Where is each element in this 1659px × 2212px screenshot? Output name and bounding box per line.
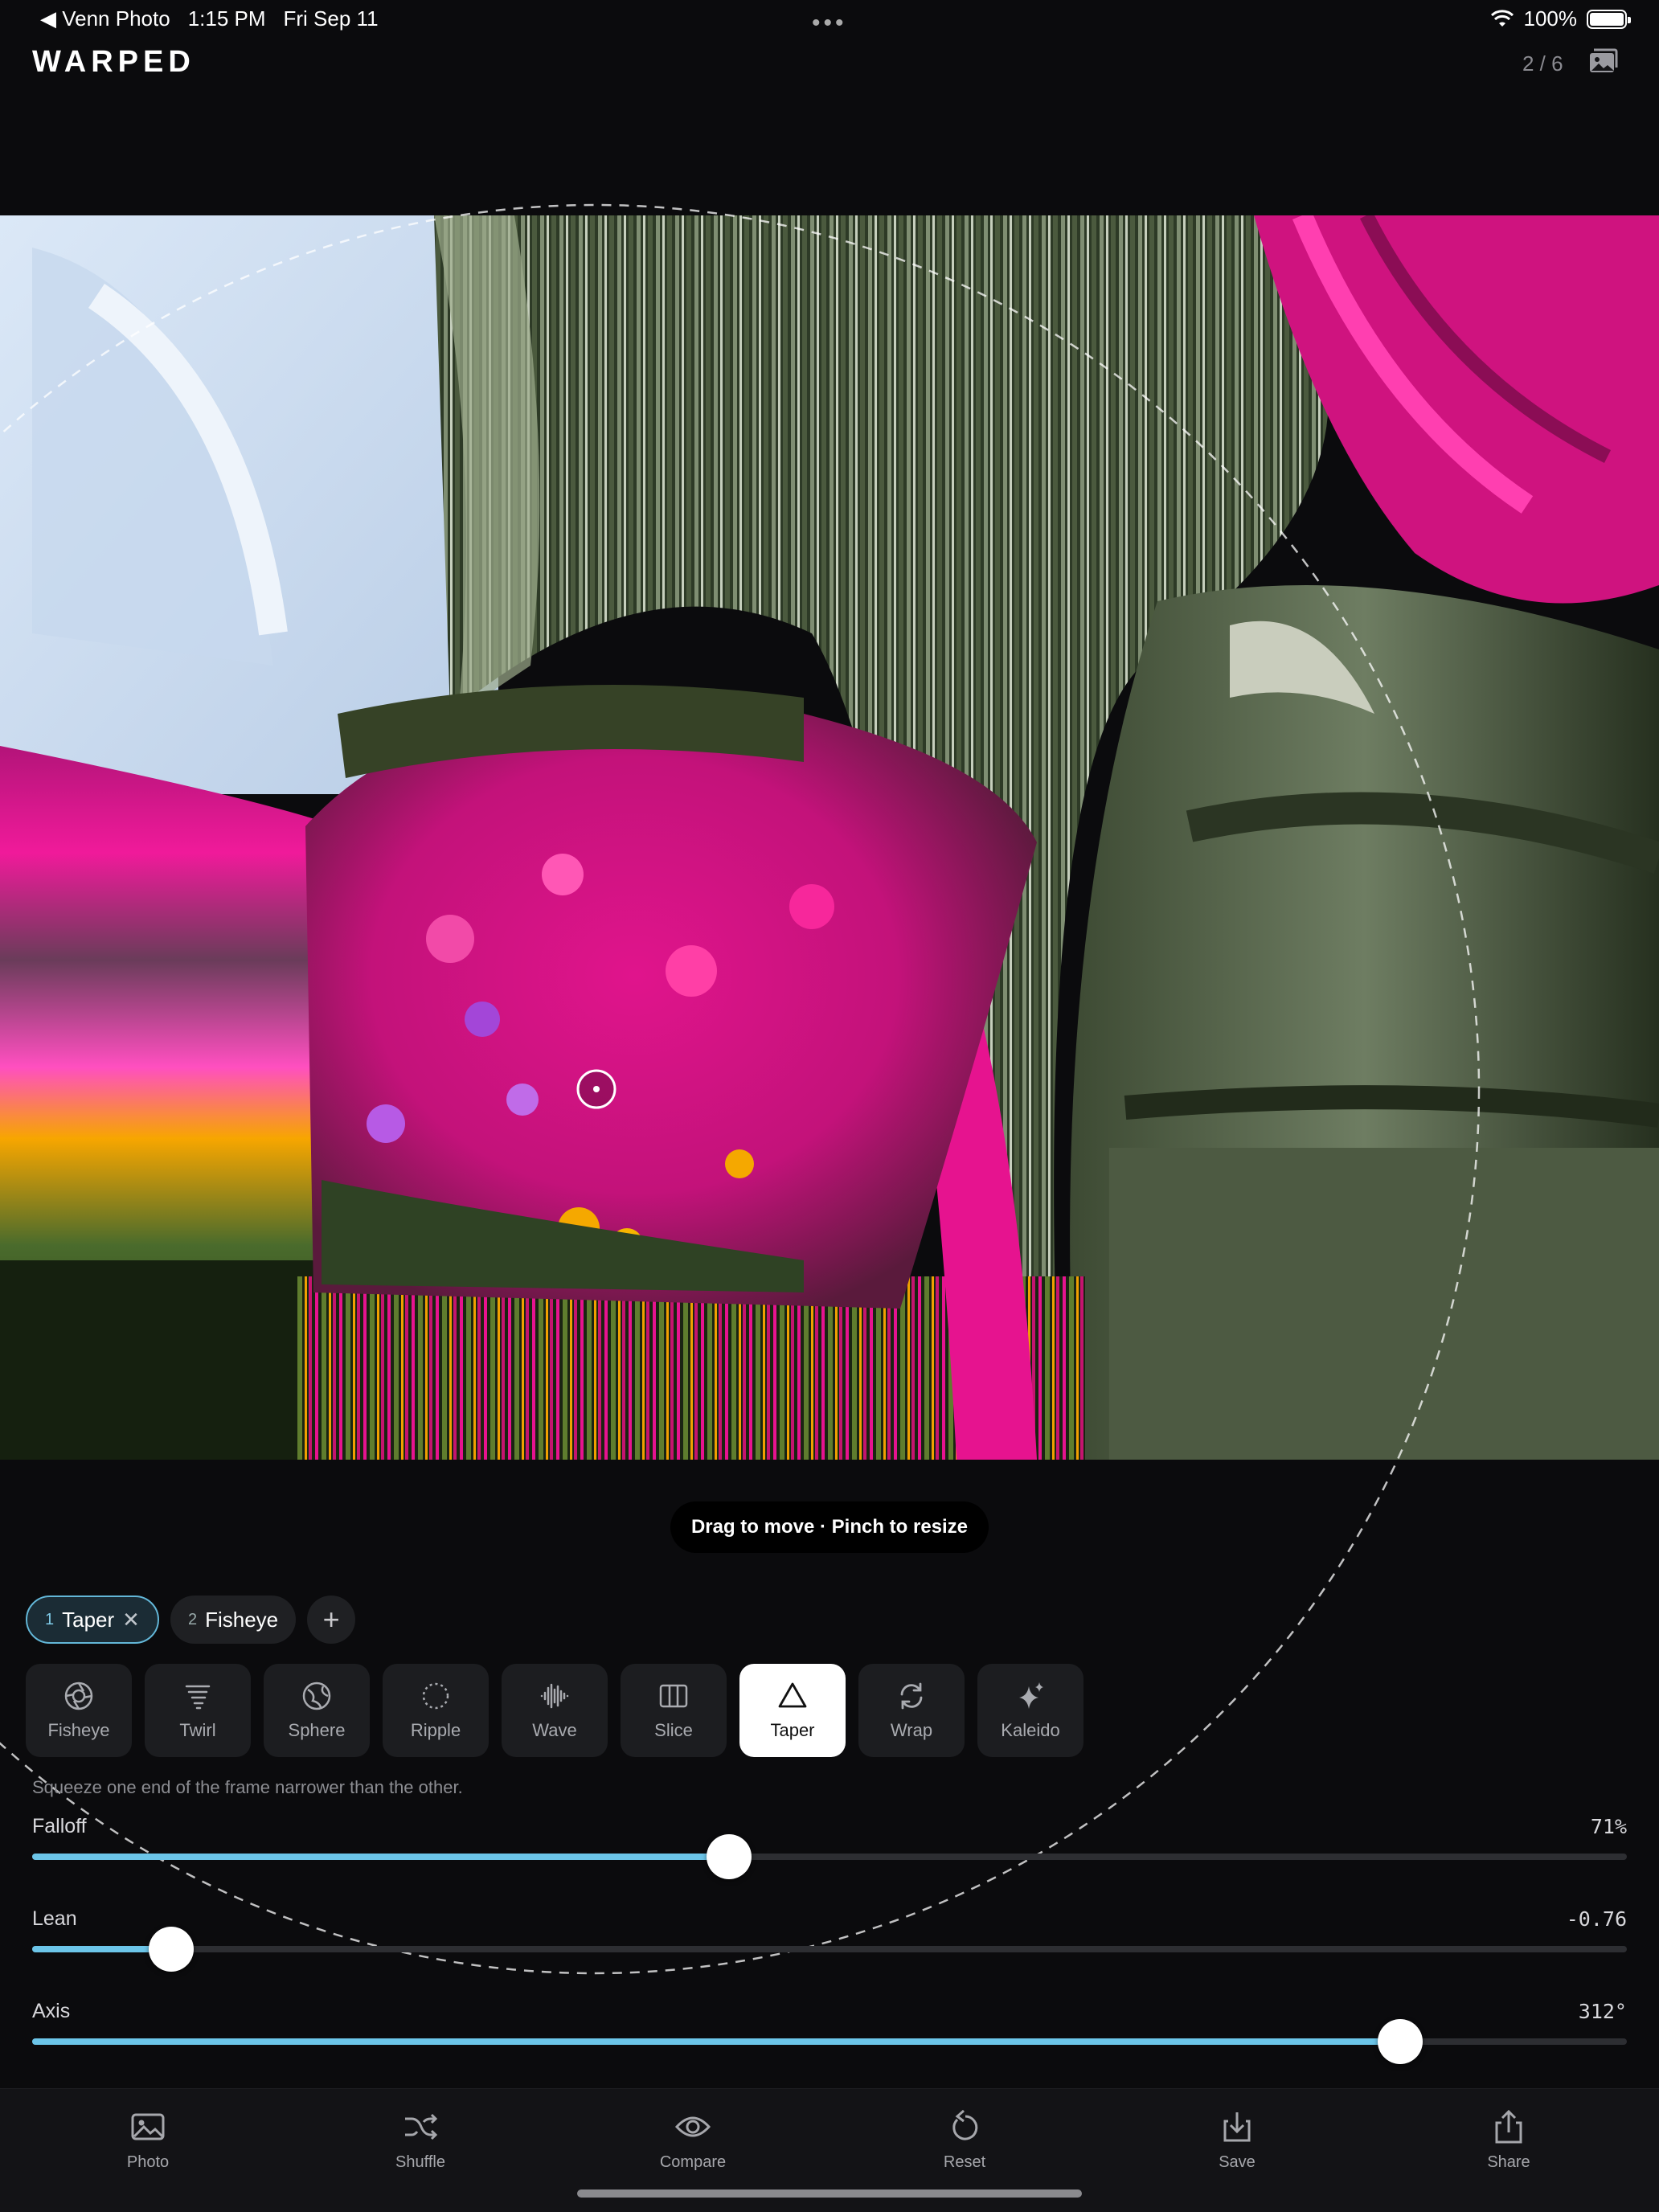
layer-chip-fisheye[interactable]: 2 Fisheye (170, 1596, 297, 1644)
shuffle-icon (405, 2113, 438, 2140)
slider-thumb[interactable] (707, 1834, 752, 1879)
slider-label: Falloff (32, 1815, 87, 1837)
slider-value: 71% (1590, 1815, 1627, 1838)
layer-name: Fisheye (205, 1607, 279, 1632)
effect-label: Wave (532, 1720, 577, 1740)
effect-sphere[interactable]: Sphere (264, 1664, 370, 1757)
effect-label: Wrap (890, 1720, 933, 1740)
reset-icon (952, 2109, 978, 2140)
layer-chip-taper[interactable]: 1 Taper ✕ (26, 1596, 159, 1644)
warped-photo (0, 215, 1659, 1460)
slider-value: 312° (1578, 2000, 1627, 2023)
cycle-arrows-icon (900, 1682, 923, 1710)
plus-icon: + (322, 1603, 340, 1636)
tab-label: Compare (659, 2153, 727, 2171)
dotted-circle-icon (422, 1682, 449, 1710)
slider-track[interactable] (32, 2019, 1627, 2064)
wifi-icon (1490, 9, 1514, 27)
effect-label: Taper (770, 1720, 815, 1740)
status-bar: ◀ Venn Photo 1:15 PM Fri Sep 11 ••• 100% (0, 0, 1659, 40)
tab-label: Reset (943, 2153, 986, 2171)
gallery-icon[interactable] (1587, 45, 1619, 77)
slider-thumb[interactable] (148, 1927, 194, 1972)
back-to-app-link[interactable]: ◀ Venn Photo (40, 6, 170, 31)
tab-label: Share (1487, 2153, 1530, 2171)
app-logo: WARPED (32, 45, 195, 79)
sparkles-icon (1019, 1682, 1043, 1709)
globe-icon (302, 1682, 331, 1710)
aperture-icon (64, 1682, 93, 1710)
warp-canvas[interactable] (0, 215, 1659, 1460)
share-icon (1495, 2109, 1522, 2144)
layer-chips: 1 Taper ✕ 2 Fisheye + (26, 1596, 356, 1644)
effect-slice[interactable]: Slice (621, 1664, 727, 1757)
battery-percent: 100% (1523, 6, 1578, 31)
tab-label: Save (1219, 2153, 1256, 2171)
multitask-dots-icon[interactable]: ••• (812, 10, 847, 37)
tab-label: Photo (126, 2153, 170, 2171)
effect-twirl[interactable]: Twirl (145, 1664, 251, 1757)
slider-value: -0.76 (1566, 1907, 1627, 1931)
effect-label: Fisheye (47, 1720, 110, 1740)
status-date: Fri Sep 11 (283, 6, 379, 31)
add-layer-button[interactable]: + (307, 1596, 356, 1644)
photo-icon (131, 2113, 165, 2140)
gesture-hint: Drag to move · Pinch to resize (670, 1501, 989, 1553)
effect-label: Ripple (410, 1720, 461, 1740)
slider-track[interactable] (32, 1834, 1627, 1879)
effect-fisheye[interactable]: Fisheye (26, 1664, 132, 1757)
effect-description: Squeeze one end of the frame narrower th… (32, 1777, 463, 1797)
effect-label: Sphere (288, 1720, 346, 1740)
home-indicator[interactable] (577, 2189, 1082, 2198)
photo-button[interactable]: Photo (84, 2108, 212, 2172)
slider-fill (32, 1854, 729, 1860)
effect-wave[interactable]: Wave (502, 1664, 608, 1757)
share-button[interactable]: Share (1444, 2108, 1573, 2172)
battery-icon (1587, 9, 1631, 29)
slider-thumb[interactable] (1378, 2019, 1423, 2064)
compare-button[interactable]: Compare (629, 2108, 757, 2172)
eye-icon (674, 2116, 711, 2137)
slider-fill (32, 2038, 1401, 2045)
effect-taper[interactable]: Taper (739, 1664, 846, 1757)
layer-name: Taper (62, 1607, 115, 1632)
slider-label: Axis (32, 2000, 71, 2022)
effect-ripple[interactable]: Ripple (383, 1664, 489, 1757)
reset-button[interactable]: Reset (900, 2108, 1029, 2172)
triangle-icon (778, 1682, 807, 1708)
tab-label: Shuffle (395, 2153, 445, 2171)
close-icon[interactable]: ✕ (122, 1608, 140, 1632)
download-icon (1223, 2112, 1251, 2142)
effect-label: Twirl (179, 1720, 216, 1740)
effect-picker: Fisheye Twirl Sphere Ripple Wave Slice T… (26, 1664, 1083, 1757)
save-button[interactable]: Save (1173, 2108, 1301, 2172)
slider-label: Lean (32, 1907, 77, 1930)
status-time: 1:15 PM (187, 6, 266, 31)
effect-label: Kaleido (1001, 1720, 1060, 1740)
slider-track[interactable] (32, 1927, 1627, 1972)
waveform-icon (540, 1683, 569, 1709)
photo-counter: 2 / 6 (1522, 51, 1563, 76)
effect-kaleido[interactable]: Kaleido (977, 1664, 1083, 1757)
columns-icon (659, 1684, 688, 1708)
layer-index: 1 (45, 1610, 55, 1628)
tornado-icon (185, 1685, 211, 1710)
effect-label: Slice (654, 1720, 693, 1740)
effect-wrap[interactable]: Wrap (858, 1664, 965, 1757)
layer-index: 2 (187, 1610, 198, 1628)
shuffle-button[interactable]: Shuffle (356, 2108, 485, 2172)
